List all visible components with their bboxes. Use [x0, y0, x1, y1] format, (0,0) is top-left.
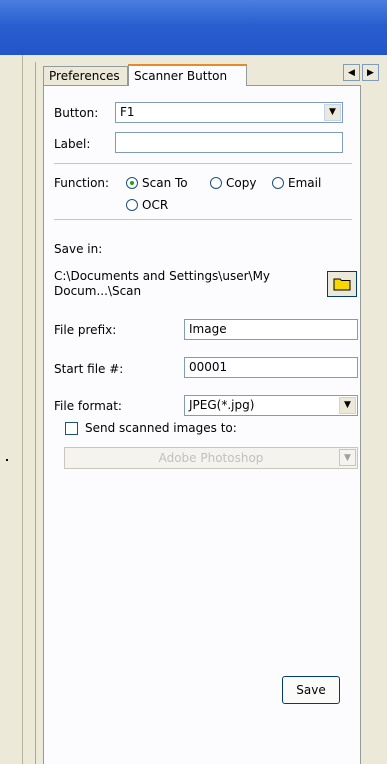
label-field-label: Label: [54, 137, 91, 151]
folder-icon [333, 278, 351, 291]
save-button[interactable]: Save [282, 676, 340, 704]
file-format-value: JPEG(*.jpg) [189, 398, 255, 412]
radio-ocr[interactable] [126, 199, 138, 211]
tab-scroll-arrows: ◀ ▶ [343, 64, 381, 81]
radio-email[interactable] [272, 177, 284, 189]
file-prefix-value: Image [189, 322, 227, 336]
chevron-down-icon[interactable]: ▼ [339, 397, 356, 414]
button-label: Button: [54, 106, 99, 120]
send-to-label: Send scanned images to: [85, 421, 237, 435]
browse-folder-button[interactable] [327, 271, 357, 297]
copy-label: Copy [226, 176, 257, 190]
tab-scroll-right-button[interactable]: ▶ [362, 64, 379, 81]
tab-preferences[interactable]: Preferences [43, 66, 128, 85]
label-input[interactable] [115, 132, 343, 153]
scan-to-label: Scan To [142, 176, 188, 190]
file-prefix-label: File prefix: [54, 323, 117, 337]
window-title-bar [0, 0, 387, 55]
file-format-label: File format: [54, 399, 122, 413]
panel-divider [35, 62, 36, 764]
radio-copy[interactable] [210, 177, 222, 189]
tab-scroll-left-button[interactable]: ◀ [343, 64, 360, 81]
separator [54, 219, 352, 220]
ocr-label: OCR [142, 198, 169, 212]
file-prefix-input[interactable]: Image [184, 319, 358, 340]
start-file-label: Start file #: [54, 362, 124, 376]
button-select-value: F1 [120, 105, 135, 119]
send-to-app-select[interactable]: Adobe Photoshop ▼ [64, 447, 358, 469]
separator [54, 163, 352, 164]
start-file-input[interactable]: 00001 [184, 357, 358, 378]
chevron-down-icon[interactable]: ▼ [324, 104, 341, 121]
send-to-app-value: Adobe Photoshop [158, 451, 264, 465]
start-file-value: 00001 [189, 360, 228, 374]
tab-scanner-button[interactable]: Scanner Button [128, 64, 247, 86]
scanner-button-panel: Button: F1 ▼ Label: Function: Scan To Co… [43, 85, 361, 764]
save-in-label: Save in: [54, 242, 103, 256]
email-label: Email [288, 176, 322, 190]
file-format-select[interactable]: JPEG(*.jpg) ▼ [184, 395, 358, 416]
left-sidebar [0, 55, 23, 764]
chevron-down-icon[interactable]: ▼ [339, 449, 356, 466]
sidebar-marker [6, 459, 8, 461]
save-path-line1: C:\Documents and Settings\user\My [54, 269, 271, 283]
function-label: Function: [54, 176, 110, 190]
button-select[interactable]: F1 ▼ [115, 102, 343, 123]
save-path-line2: Docum...\Scan [54, 284, 142, 298]
radio-scan-to[interactable] [126, 177, 138, 189]
send-to-checkbox[interactable] [65, 422, 78, 435]
